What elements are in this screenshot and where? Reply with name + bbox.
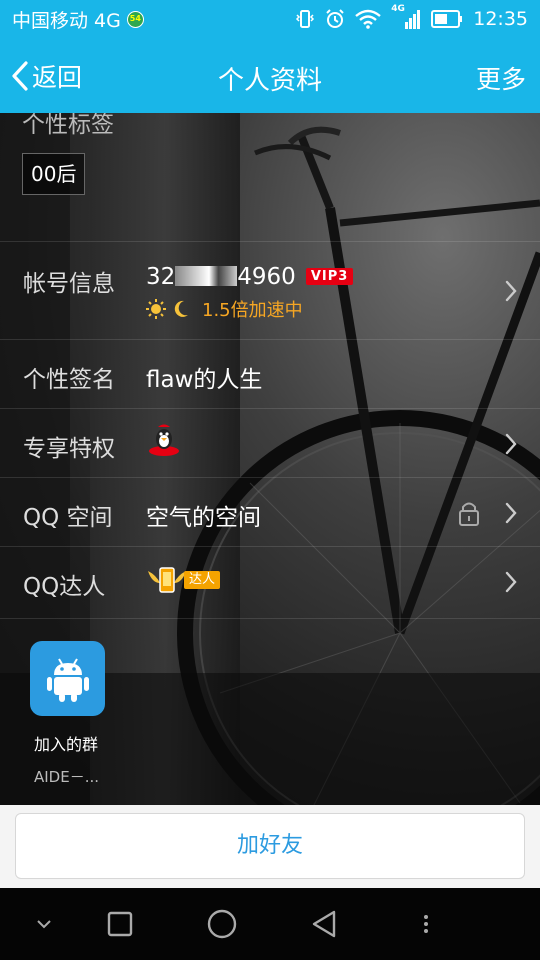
square-icon bbox=[107, 911, 133, 937]
triangle-back-icon bbox=[312, 910, 336, 938]
signature-row[interactable]: 个性签名 flaw的人生 bbox=[0, 339, 540, 408]
daren-row[interactable]: QQ达人 达人 bbox=[0, 546, 540, 618]
signature-label: 个性签名 bbox=[23, 367, 115, 393]
daren-badge-label: 达人 bbox=[184, 571, 221, 589]
back-button[interactable]: 返回 bbox=[10, 38, 82, 113]
daren-label: QQ达人 bbox=[23, 574, 106, 600]
vip-badge: VIP3 bbox=[305, 268, 354, 285]
account-number-prefix: 32 bbox=[146, 264, 176, 290]
group-avatar[interactable] bbox=[30, 641, 105, 716]
nav-recents-button[interactable] bbox=[98, 888, 142, 960]
wifi-icon bbox=[355, 9, 382, 29]
vibrate-icon bbox=[296, 10, 315, 28]
account-number: 32 4960 VIP3 bbox=[146, 264, 354, 290]
account-number-mask bbox=[175, 266, 238, 286]
chevron-left-icon bbox=[12, 60, 28, 91]
more-button[interactable]: 更多 bbox=[476, 60, 526, 96]
chevron-down-icon bbox=[37, 920, 51, 929]
privilege-row[interactable]: 专享特权 bbox=[0, 408, 540, 477]
battery-icon bbox=[431, 10, 463, 28]
clock: 12:35 bbox=[473, 8, 528, 30]
nav-collapse-button[interactable] bbox=[24, 888, 64, 960]
privilege-label: 专享特权 bbox=[23, 436, 115, 462]
carrier-badge: 54 bbox=[126, 10, 144, 28]
group-name: AIDE－... bbox=[34, 768, 100, 786]
circle-icon bbox=[207, 909, 237, 939]
carrier-text: 中国移动 4G bbox=[12, 9, 121, 32]
add-friend-button[interactable]: 加好友 bbox=[15, 813, 525, 879]
signal-icon bbox=[405, 10, 421, 29]
signal-indicator: 4G bbox=[391, 4, 421, 30]
daren-badge: 达人 bbox=[146, 565, 221, 595]
status-bar: 中国移动 4G 54 4G 12:35 bbox=[0, 0, 540, 38]
nav-back-button[interactable] bbox=[302, 888, 346, 960]
account-info-row[interactable]: 帐号信息 32 4960 VIP3 1.5倍加速中 bbox=[0, 241, 540, 339]
lock-icon bbox=[459, 502, 479, 526]
nav-home-button[interactable] bbox=[200, 888, 244, 960]
android-icon bbox=[46, 657, 89, 702]
qzone-value: 空气的空间 bbox=[146, 505, 261, 531]
qzone-row[interactable]: QQ 空间 空气的空间 bbox=[0, 477, 540, 546]
speed-status: 1.5倍加速中 bbox=[146, 296, 303, 322]
winged-phone-icon bbox=[148, 567, 186, 593]
back-label: 返回 bbox=[32, 62, 83, 92]
alarm-icon bbox=[326, 9, 344, 28]
profile-content[interactable]: 个性标签 00后 帐号信息 32 4960 VIP3 1.5倍加速中 个性签名 … bbox=[0, 113, 540, 805]
account-number-suffix: 4960 bbox=[237, 264, 296, 290]
moon-icon bbox=[174, 300, 188, 317]
nav-menu-button[interactable] bbox=[406, 888, 446, 960]
signature-value: flaw的人生 bbox=[146, 367, 263, 393]
chevron-right-icon bbox=[505, 571, 517, 593]
tag-item: 00后 bbox=[22, 153, 86, 195]
joined-groups-section: 加入的群 AIDE－... bbox=[0, 618, 540, 805]
chevron-right-icon bbox=[505, 502, 517, 524]
navigation-bar bbox=[0, 888, 540, 960]
qzone-label: QQ 空间 bbox=[23, 505, 113, 531]
sun-icon bbox=[146, 299, 166, 319]
joined-groups-label: 加入的群 bbox=[34, 735, 99, 754]
chevron-right-icon bbox=[505, 280, 517, 302]
speed-text: 1.5倍加速中 bbox=[202, 300, 303, 321]
more-vertical-icon bbox=[424, 915, 428, 933]
bottom-action-bar: 加好友 bbox=[0, 805, 540, 888]
chevron-right-icon bbox=[505, 433, 517, 455]
qq-penguin-icon bbox=[149, 424, 179, 456]
title-bar: 返回 个人资料 更多 bbox=[0, 38, 540, 113]
tags-section-title: 个性标签 bbox=[22, 113, 114, 138]
account-info-label: 帐号信息 bbox=[23, 271, 115, 297]
